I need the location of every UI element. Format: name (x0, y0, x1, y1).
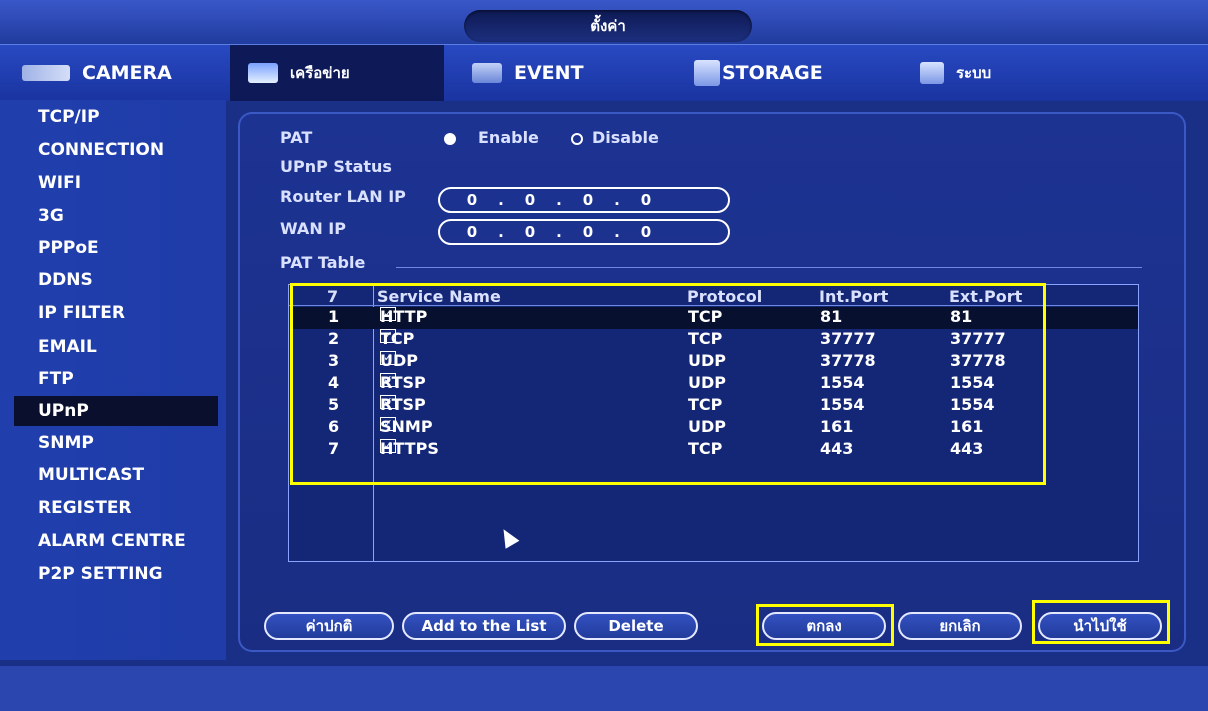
sidebar-item-p2p-setting[interactable]: P2P SETTING (14, 559, 218, 589)
pat-enable-label[interactable]: Enable (478, 128, 539, 147)
apply-highlight-box (1032, 600, 1170, 644)
pat-disable-label[interactable]: Disable (592, 128, 659, 147)
sidebar-item-snmp[interactable]: SNMP (14, 428, 218, 458)
ip-octet: 0 (466, 191, 478, 209)
sidebar-item-multicast[interactable]: MULTICAST (14, 460, 218, 490)
ip-octet: 0 (524, 191, 536, 209)
sidebar-item-tcpip[interactable]: TCP/IP (14, 102, 218, 132)
sidebar-item-connection[interactable]: CONNECTION (14, 135, 218, 165)
camera-icon (22, 65, 70, 81)
sidebar-item-pppoe[interactable]: PPPoE (14, 233, 218, 263)
sidebar-item-wifi[interactable]: WIFI (14, 168, 218, 198)
sidebar-item-alarm-centre[interactable]: ALARM CENTRE (14, 526, 218, 556)
system-icon (920, 62, 944, 84)
tab-network[interactable]: เครือข่าย (230, 45, 444, 101)
network-icon (248, 63, 278, 83)
tab-label: CAMERA (82, 62, 172, 84)
delete-button[interactable]: Delete (574, 612, 698, 640)
sidebar-item-ftp[interactable]: FTP (14, 364, 218, 394)
tab-system[interactable]: ระบบ (920, 45, 1110, 101)
tab-label: EVENT (514, 62, 584, 84)
tab-label: ระบบ (956, 64, 992, 82)
ip-octet: 0 (582, 223, 594, 241)
sidebar-item-upnp[interactable]: UPnP (14, 396, 218, 426)
wan-ip-label: WAN IP (280, 219, 346, 238)
ip-octet: 0 (582, 191, 594, 209)
window-title: ตั้งค่า (464, 10, 752, 42)
tab-event[interactable]: EVENT (472, 45, 662, 101)
title-bar: ตั้งค่า (0, 0, 1208, 44)
tab-label: เครือข่าย (290, 64, 350, 82)
section-divider (396, 267, 1142, 268)
sidebar-item-3g[interactable]: 3G (14, 201, 218, 231)
add-to-list-button[interactable]: Add to the List (402, 612, 566, 640)
wan-ip-field[interactable]: 0. 0. 0. 0 (438, 219, 730, 245)
ip-octet: 0 (466, 223, 478, 241)
ok-highlight-box (756, 604, 894, 646)
ip-octet: 0 (640, 223, 652, 241)
upnp-status-label: UPnP Status (280, 157, 392, 176)
router-lan-ip-label: Router LAN IP (280, 187, 406, 206)
storage-icon (694, 60, 720, 86)
default-button[interactable]: ค่าปกติ (264, 612, 394, 640)
table-highlight-box (290, 283, 1046, 485)
ip-octet: 0 (640, 191, 652, 209)
ip-octet: 0 (524, 223, 536, 241)
pat-disable-radio[interactable] (571, 133, 583, 145)
sidebar-item-email[interactable]: EMAIL (14, 332, 218, 362)
router-lan-ip-field[interactable]: 0. 0. 0. 0 (438, 187, 730, 213)
main-tabs: CAMERA เครือข่าย EVENT STORAGE ระบบ (0, 44, 1208, 101)
sidebar: TCP/IP CONNECTION WIFI 3G PPPoE DDNS IP … (0, 100, 226, 660)
sidebar-item-register[interactable]: REGISTER (14, 493, 218, 523)
pat-label: PAT (280, 128, 313, 147)
cancel-button[interactable]: ยกเลิก (898, 612, 1022, 640)
sidebar-item-ddns[interactable]: DDNS (14, 265, 218, 295)
pat-enable-radio[interactable] (444, 133, 456, 145)
tab-storage[interactable]: STORAGE (694, 45, 884, 101)
status-bar (0, 666, 1208, 711)
event-icon (472, 63, 502, 83)
tab-camera[interactable]: CAMERA (22, 45, 222, 101)
sidebar-item-ip-filter[interactable]: IP FILTER (14, 298, 218, 328)
tab-label: STORAGE (722, 62, 823, 84)
pat-table-label: PAT Table (280, 253, 366, 272)
